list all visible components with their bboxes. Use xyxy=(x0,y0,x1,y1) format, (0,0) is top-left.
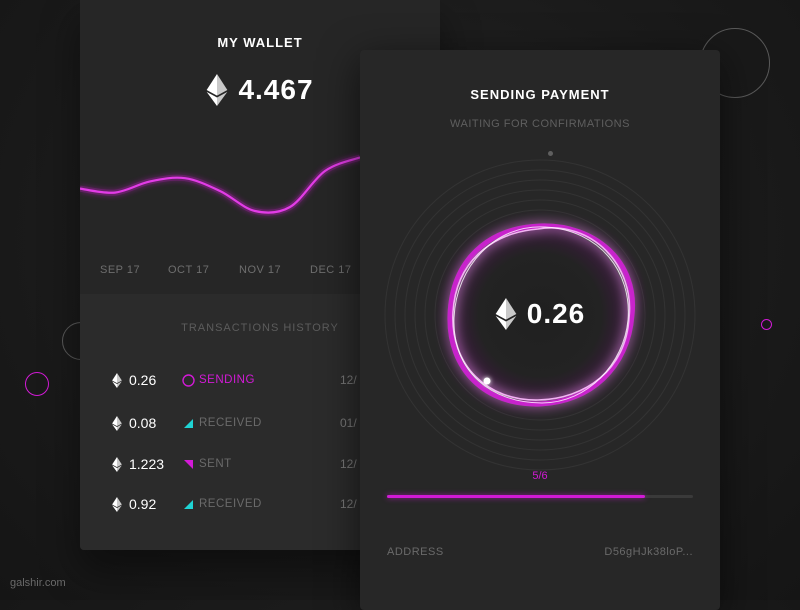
transaction-date: 12/ xyxy=(340,373,357,387)
transaction-amount: 0.08 xyxy=(129,415,157,431)
month-label: OCT 17 xyxy=(168,264,210,276)
orb-orbit-dot-icon xyxy=(483,377,491,385)
decor-circle-icon xyxy=(25,372,49,396)
transaction-status: SENDING xyxy=(199,374,255,386)
address-label: ADDRESS xyxy=(387,546,444,558)
transaction-amount: 0.92 xyxy=(129,496,157,512)
ethereum-icon xyxy=(112,456,122,472)
payment-amount-value: 0.26 xyxy=(526,298,586,329)
payment-amount: 0.26 xyxy=(360,298,720,330)
payment-subtitle: WAITING FOR CONFIRMATIONS xyxy=(450,118,630,130)
confirmation-progress-bar xyxy=(387,495,693,498)
month-label: SEP 17 xyxy=(100,264,141,276)
confirmation-count: 5/6 xyxy=(532,470,548,482)
transaction-status: SENT xyxy=(199,458,232,470)
sending-payment-card: SENDING PAYMENT WAITING FOR CONFIRMATION… xyxy=(360,50,720,610)
ethereum-icon xyxy=(112,372,122,388)
month-label: NOV 17 xyxy=(239,264,282,276)
transaction-date: 12/ xyxy=(340,497,357,511)
ethereum-icon xyxy=(112,415,122,431)
transaction-date: 01/ xyxy=(340,416,357,430)
confirmation-progress-fill xyxy=(387,495,645,498)
balance-line-glow xyxy=(80,154,362,216)
transaction-date: 12/ xyxy=(340,457,357,471)
sent-triangle-icon xyxy=(181,457,195,471)
pending-ring-icon xyxy=(181,373,195,387)
transaction-status: RECEIVED xyxy=(199,498,262,510)
watermark: galshir.com xyxy=(10,577,66,589)
month-label: DEC 17 xyxy=(310,264,352,276)
address-value[interactable]: D56gHJk38loP... xyxy=(604,546,693,558)
ethereum-icon xyxy=(495,298,517,330)
transaction-amount: 1.223 xyxy=(129,456,165,472)
received-triangle-icon xyxy=(181,416,195,430)
decor-dot-icon xyxy=(548,151,553,156)
ethereum-icon xyxy=(112,496,122,512)
received-triangle-icon xyxy=(181,497,195,511)
balance-line xyxy=(80,156,361,214)
decor-circle-icon xyxy=(761,319,772,330)
ethereum-icon xyxy=(207,74,228,106)
transaction-status: RECEIVED xyxy=(199,417,262,429)
wallet-title: MY WALLET xyxy=(217,35,303,50)
transaction-amount: 0.26 xyxy=(129,372,157,388)
wallet-balance-value: 4.467 xyxy=(238,74,314,105)
payment-title: SENDING PAYMENT xyxy=(470,87,610,102)
